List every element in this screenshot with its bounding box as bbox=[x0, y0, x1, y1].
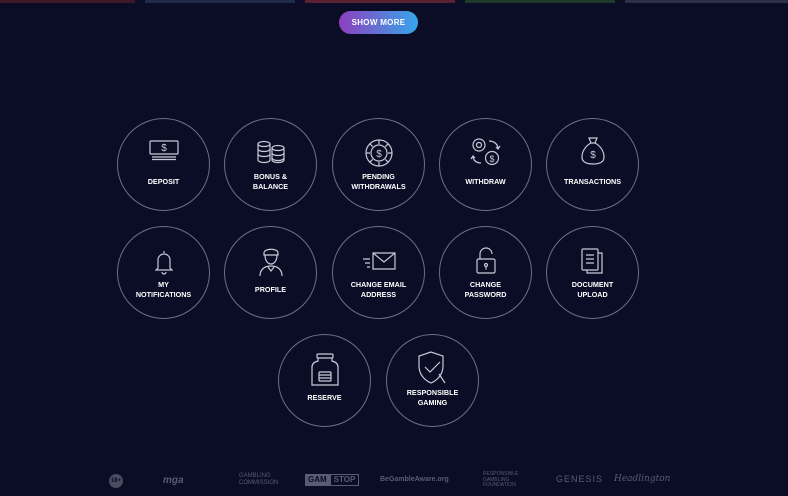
gamstop-logo: GAM STOP bbox=[305, 474, 360, 486]
cash-icon: $ bbox=[148, 140, 179, 161]
coin-stacks-icon bbox=[256, 140, 285, 164]
tile-label: BONUS & BALANCE bbox=[252, 172, 289, 191]
documents-icon bbox=[580, 248, 603, 274]
profile-button[interactable]: PROFILE bbox=[224, 226, 317, 319]
bell-icon bbox=[154, 251, 173, 275]
rgf-logo: RESPONSIBLE GAMBLING FOUNDATION bbox=[483, 471, 519, 488]
tile-label: CHANGE PASSWORD bbox=[464, 280, 507, 299]
svg-text:$: $ bbox=[161, 143, 167, 154]
bonus-balance-button[interactable]: BONUS & BALANCE bbox=[224, 118, 317, 211]
svg-text:$: $ bbox=[489, 154, 494, 164]
change-password-button[interactable]: CHANGE PASSWORD bbox=[439, 226, 532, 319]
tile-label: PROFILE bbox=[254, 285, 287, 294]
reserve-button[interactable]: RESERVE bbox=[278, 334, 371, 427]
genesis-logo: GENESIS bbox=[556, 474, 604, 484]
footer-logos: mga GAMBLING COMMISSION BeGambleAware.or… bbox=[0, 470, 788, 490]
signature-logo: Headlington bbox=[614, 474, 671, 484]
envelope-icon bbox=[362, 252, 396, 270]
exchange-icon: $ bbox=[470, 138, 500, 166]
responsible-gaming-button[interactable]: RESPONSIBLE GAMING bbox=[386, 334, 479, 427]
withdraw-button[interactable]: $ WITHDRAW bbox=[439, 118, 532, 211]
tile-label: TRANSACTIONS bbox=[563, 177, 622, 186]
tile-label: PENDING WITHDRAWALS bbox=[351, 172, 406, 191]
pending-withdrawals-button[interactable]: $ PENDING WITHDRAWALS bbox=[332, 118, 425, 211]
my-notifications-button[interactable]: MY NOTIFICATIONS bbox=[117, 226, 210, 319]
transactions-button[interactable]: $ TRANSACTIONS bbox=[546, 118, 639, 211]
begambleaware-logo: BeGambleAware.org bbox=[380, 476, 449, 483]
tile-label: RESPONSIBLE GAMING bbox=[406, 388, 459, 407]
money-bag-icon: $ bbox=[580, 137, 605, 165]
tile-label: WITHDRAW bbox=[465, 177, 506, 186]
svg-text:$: $ bbox=[590, 150, 596, 161]
strip-segment bbox=[465, 0, 615, 3]
top-image-strip bbox=[0, 0, 788, 3]
gamstop-logo-part: GAM bbox=[305, 474, 330, 486]
strip-segment bbox=[625, 0, 788, 3]
tile-label: DEPOSIT bbox=[147, 177, 180, 186]
padlock-icon bbox=[475, 247, 496, 274]
chip-icon: $ bbox=[364, 139, 393, 167]
mga-logo: mga bbox=[163, 475, 184, 486]
shield-check-icon bbox=[417, 351, 445, 384]
change-email-button[interactable]: CHANGE EMAIL ADDRESS bbox=[332, 226, 425, 319]
avatar-icon bbox=[258, 248, 283, 277]
tile-label: DOCUMENT UPLOAD bbox=[571, 280, 614, 299]
strip-segment bbox=[0, 0, 135, 3]
jar-icon bbox=[310, 353, 339, 386]
tile-label: RESERVE bbox=[307, 393, 342, 402]
strip-segment bbox=[305, 0, 455, 3]
gambling-commission-logo: GAMBLING COMMISSION bbox=[239, 473, 279, 486]
tile-label: MY NOTIFICATIONS bbox=[135, 280, 192, 299]
document-upload-button[interactable]: DOCUMENT UPLOAD bbox=[546, 226, 639, 319]
strip-segment bbox=[145, 0, 295, 3]
tile-label: CHANGE EMAIL ADDRESS bbox=[350, 280, 407, 299]
svg-text:$: $ bbox=[376, 149, 382, 160]
deposit-button[interactable]: $ DEPOSIT bbox=[117, 118, 210, 211]
show-more-button[interactable]: SHOW MORE bbox=[339, 11, 418, 34]
gamstop-logo-part: STOP bbox=[329, 474, 360, 486]
